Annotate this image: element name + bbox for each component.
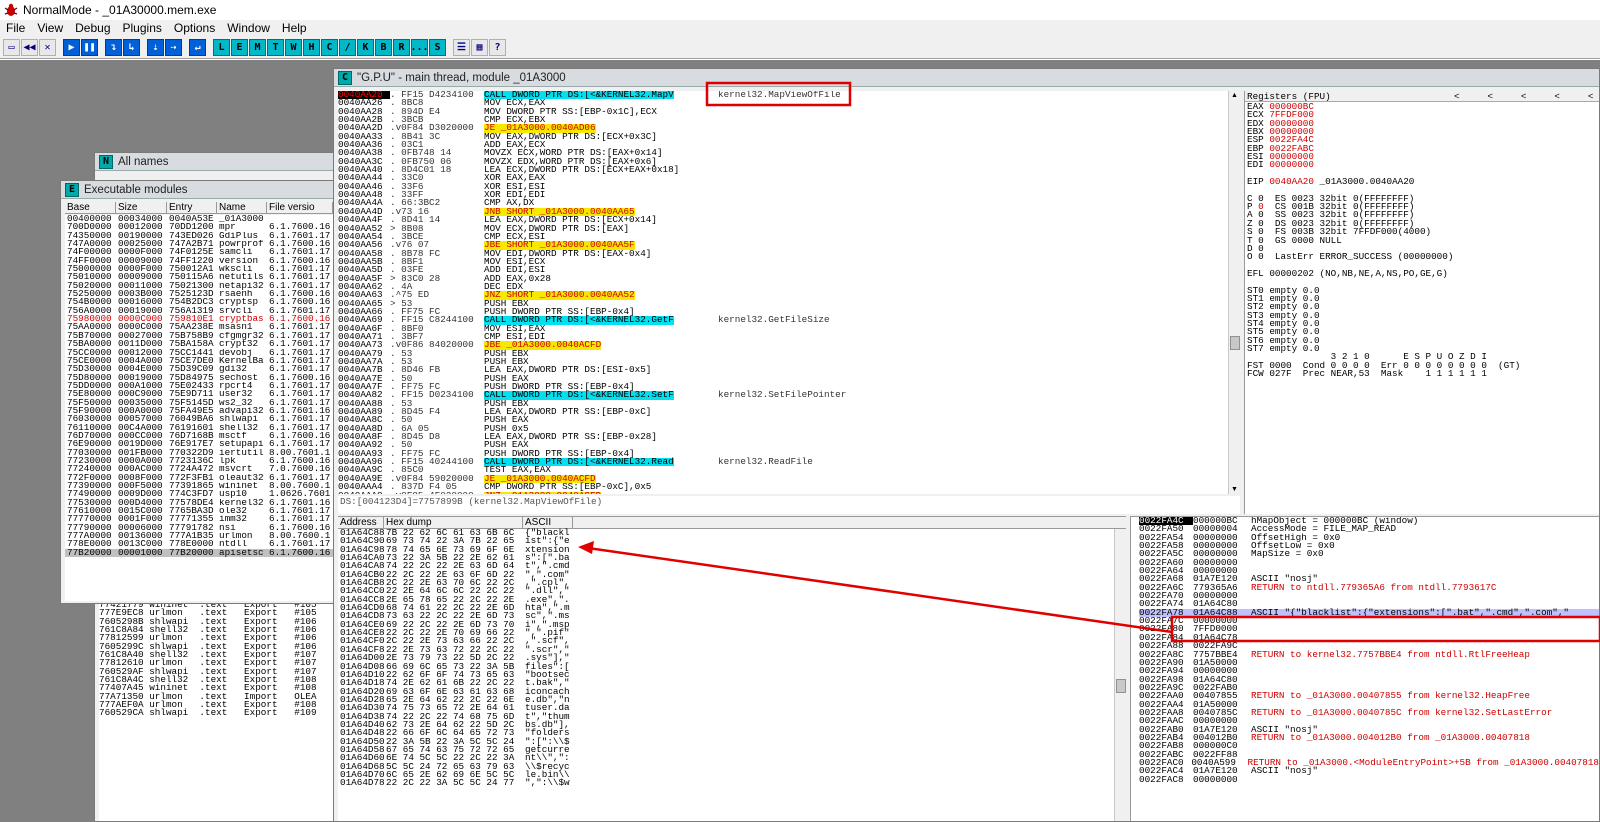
toolbar-button-k[interactable]: K xyxy=(357,39,374,56)
toolbar-button-b[interactable]: B xyxy=(375,39,392,56)
menu-bar: File View Debug Plugins Options Window H… xyxy=(0,20,1600,37)
trace-into-icon[interactable]: ⇣ xyxy=(147,39,164,56)
annotation-arrow xyxy=(587,546,1173,634)
toolbar-button-slash[interactable]: / xyxy=(339,39,356,56)
toolbar-button-h[interactable]: H xyxy=(303,39,320,56)
menu-options[interactable]: Options xyxy=(168,20,221,37)
toolbar-button-e[interactable]: E xyxy=(231,39,248,56)
toolbar-button-m[interactable]: M xyxy=(249,39,266,56)
menu-plugins[interactable]: Plugins xyxy=(117,20,168,37)
menu-debug[interactable]: Debug xyxy=(69,20,116,37)
close-icon[interactable]: ✕ xyxy=(39,39,56,56)
execute-till-return-icon[interactable]: ↵ xyxy=(189,39,206,56)
open-icon[interactable]: ▭ xyxy=(3,39,20,56)
menu-window[interactable]: Window xyxy=(221,20,276,37)
arrowhead-icon xyxy=(578,541,594,554)
grid-icon[interactable]: ▦ xyxy=(471,39,488,56)
rewind-icon[interactable]: ◀◀ xyxy=(21,39,38,56)
menu-view[interactable]: View xyxy=(31,20,69,37)
pause-icon[interactable]: ❚❚ xyxy=(81,39,98,56)
mdi-workspace: N All names 77421779 wininet .text Expor… xyxy=(0,60,1600,822)
menu-file[interactable]: File xyxy=(0,20,31,37)
toolbar-button-l[interactable]: L xyxy=(213,39,230,56)
toolbar-button-ellipsis[interactable]: ... xyxy=(410,39,429,56)
bug-app-icon xyxy=(4,3,18,17)
toolbar: ▭ ◀◀ ✕ ▶ ❚❚ ↴ ↳ ⇣ ⇢ ↵ L E M T W H C / K … xyxy=(0,37,1600,59)
help-icon[interactable]: ? xyxy=(489,39,506,56)
annotation-box-mapviewoffile xyxy=(705,81,852,107)
toolbar-button-r[interactable]: R xyxy=(393,39,410,56)
toolbar-button-t[interactable]: T xyxy=(267,39,284,56)
toolbar-button-w[interactable]: W xyxy=(285,39,302,56)
run-icon[interactable]: ▶ xyxy=(63,39,80,56)
list-icon[interactable]: ☰ xyxy=(453,39,470,56)
annotation-box-stack-row xyxy=(1170,615,1600,643)
window-title: NormalMode - _01A30000.mem.exe xyxy=(23,3,217,17)
toolbar-button-c[interactable]: C xyxy=(321,39,338,56)
trace-over-icon[interactable]: ⇢ xyxy=(165,39,182,56)
menu-help[interactable]: Help xyxy=(276,20,313,37)
annotation-overlay xyxy=(578,81,1600,643)
step-over-icon[interactable]: ↳ xyxy=(123,39,140,56)
title-bar: NormalMode - _01A30000.mem.exe xyxy=(0,0,1600,20)
step-into-icon[interactable]: ↴ xyxy=(105,39,122,56)
toolbar-button-s[interactable]: S xyxy=(429,39,446,56)
